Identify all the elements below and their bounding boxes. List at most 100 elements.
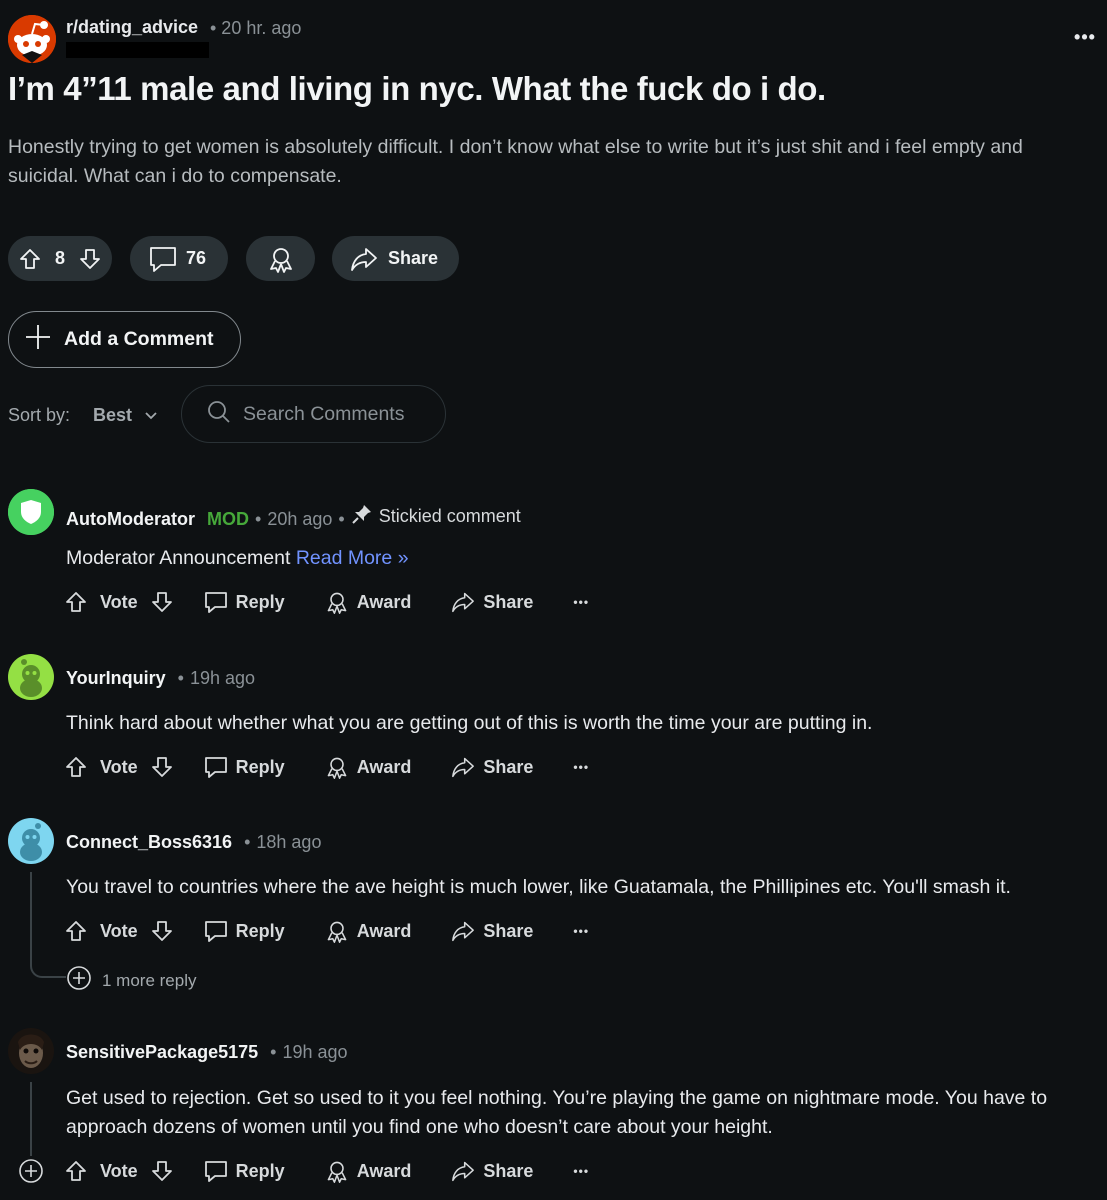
sensitivepackage-avatar[interactable]: [8, 1028, 54, 1074]
share-icon: [451, 756, 475, 778]
comment-meta: AutoModerator MOD • 20h ago • Stickied c…: [66, 503, 521, 530]
share-button[interactable]: Share: [451, 1160, 533, 1182]
downvote-icon[interactable]: [150, 919, 174, 943]
comment-actions: Vote Reply Award Share •••: [64, 1156, 589, 1186]
upvote-icon[interactable]: [64, 919, 88, 943]
separator-dot: •: [255, 509, 262, 529]
reply-icon: [204, 755, 228, 779]
comment-overflow-button[interactable]: •••: [573, 1164, 589, 1178]
add-comment-label: Add a Comment: [64, 328, 214, 350]
stickied-label: Stickied comment: [351, 503, 521, 530]
thread-line[interactable]: [30, 1082, 32, 1156]
downvote-icon[interactable]: [150, 755, 174, 779]
comment-actions: Vote Reply Award Share •••: [64, 916, 589, 946]
award-button[interactable]: Award: [325, 590, 411, 614]
search-comments-input[interactable]: [243, 402, 433, 426]
comment-text: Moderator Announcement Read More »: [66, 547, 409, 569]
comment-overflow-button[interactable]: •••: [573, 760, 589, 774]
subreddit-avatar[interactable]: [8, 15, 56, 63]
comment-overflow-button[interactable]: •••: [573, 924, 589, 938]
downvote-icon[interactable]: [78, 247, 102, 271]
share-button[interactable]: Share: [451, 591, 533, 613]
thread-line[interactable]: [30, 872, 32, 964]
share-button[interactable]: Share: [451, 920, 533, 942]
award-icon: [325, 1159, 349, 1183]
vote-label: Vote: [100, 591, 138, 612]
post-vote-group: 8: [8, 236, 112, 281]
expand-thread-button[interactable]: [18, 1158, 44, 1189]
automoderator-avatar[interactable]: [8, 489, 54, 535]
reply-label: Reply: [235, 920, 285, 941]
award-icon: [325, 919, 349, 943]
subreddit-name[interactable]: r/dating_advice: [66, 17, 198, 38]
post-title[interactable]: I’m 4”11 male and living in nyc. What th…: [8, 70, 1098, 108]
separator-dot: •: [177, 668, 184, 688]
share-label: Share: [483, 756, 534, 777]
comment-text: Think hard about whether what you are ge…: [66, 712, 873, 734]
post-overflow-button[interactable]: •••: [1072, 27, 1098, 47]
comments-button[interactable]: 76: [130, 236, 228, 281]
search-comments-box[interactable]: [181, 385, 446, 443]
add-comment-button[interactable]: Add a Comment: [8, 311, 241, 368]
share-label: Share: [483, 591, 534, 612]
separator-dot: •: [244, 832, 251, 852]
award-button[interactable]: [246, 236, 315, 281]
upvote-icon[interactable]: [64, 590, 88, 614]
share-icon: [350, 246, 378, 272]
share-button[interactable]: Share: [332, 236, 459, 281]
reply-icon: [204, 590, 228, 614]
share-button[interactable]: Share: [451, 756, 533, 778]
separator-dot: •: [338, 509, 345, 529]
comment-time: 18h ago: [256, 832, 322, 852]
vote-group: Vote: [64, 590, 174, 614]
award-button[interactable]: Award: [325, 919, 412, 943]
separator-dot: •: [270, 1042, 277, 1062]
plus-icon: [24, 323, 52, 357]
reply-button[interactable]: Reply: [204, 919, 285, 943]
redacted-username: [66, 42, 209, 58]
comment-icon: [148, 245, 178, 273]
award-button[interactable]: Award: [325, 1159, 411, 1183]
yourinquiry-avatar[interactable]: [8, 654, 54, 700]
reply-icon: [204, 1159, 228, 1183]
downvote-icon[interactable]: [150, 1159, 174, 1183]
share-label: Share: [483, 920, 534, 941]
award-icon: [267, 245, 295, 273]
comment-author[interactable]: SensitivePackage5175: [66, 1042, 258, 1063]
award-label: Award: [356, 756, 412, 777]
award-button[interactable]: Award: [325, 755, 412, 779]
more-replies-label: 1 more reply: [102, 970, 197, 990]
vote-label: Vote: [100, 920, 138, 941]
comment-author[interactable]: AutoModerator: [66, 509, 195, 530]
downvote-icon[interactable]: [150, 590, 174, 614]
vote-count: 8: [54, 248, 65, 268]
comment-meta: SensitivePackage5175 • 19h ago: [66, 1042, 348, 1063]
comment-overflow-button[interactable]: •••: [573, 595, 589, 609]
comment-author[interactable]: Connect_Boss6316: [66, 832, 232, 853]
comment-time: 19h ago: [189, 668, 256, 688]
reply-label: Reply: [235, 591, 285, 612]
share-icon: [451, 920, 475, 942]
reply-button[interactable]: Reply: [204, 755, 285, 779]
share-label: Share: [388, 248, 439, 268]
upvote-icon[interactable]: [64, 755, 88, 779]
award-icon: [325, 590, 349, 614]
reply-button[interactable]: Reply: [204, 1159, 285, 1183]
sort-dropdown[interactable]: Best: [93, 405, 158, 426]
comment-meta: YourInquiry • 19h ago: [66, 668, 255, 689]
pin-icon: [351, 503, 373, 530]
mod-badge: MOD: [207, 509, 249, 529]
sort-label: Sort by:: [8, 405, 71, 425]
upvote-icon[interactable]: [18, 247, 42, 271]
comment-count: 76: [186, 248, 207, 268]
award-label: Award: [356, 920, 412, 941]
read-more-link[interactable]: Read More »: [296, 547, 409, 569]
reply-label: Reply: [235, 756, 285, 777]
reply-button[interactable]: Reply: [204, 590, 285, 614]
connect-boss-avatar[interactable]: [8, 818, 54, 864]
expand-plus-icon: [18, 1159, 44, 1188]
comment-author[interactable]: YourInquiry: [66, 668, 166, 689]
more-replies-button[interactable]: 1 more reply: [66, 965, 196, 996]
upvote-icon[interactable]: [64, 1159, 88, 1183]
share-label: Share: [483, 1160, 534, 1181]
